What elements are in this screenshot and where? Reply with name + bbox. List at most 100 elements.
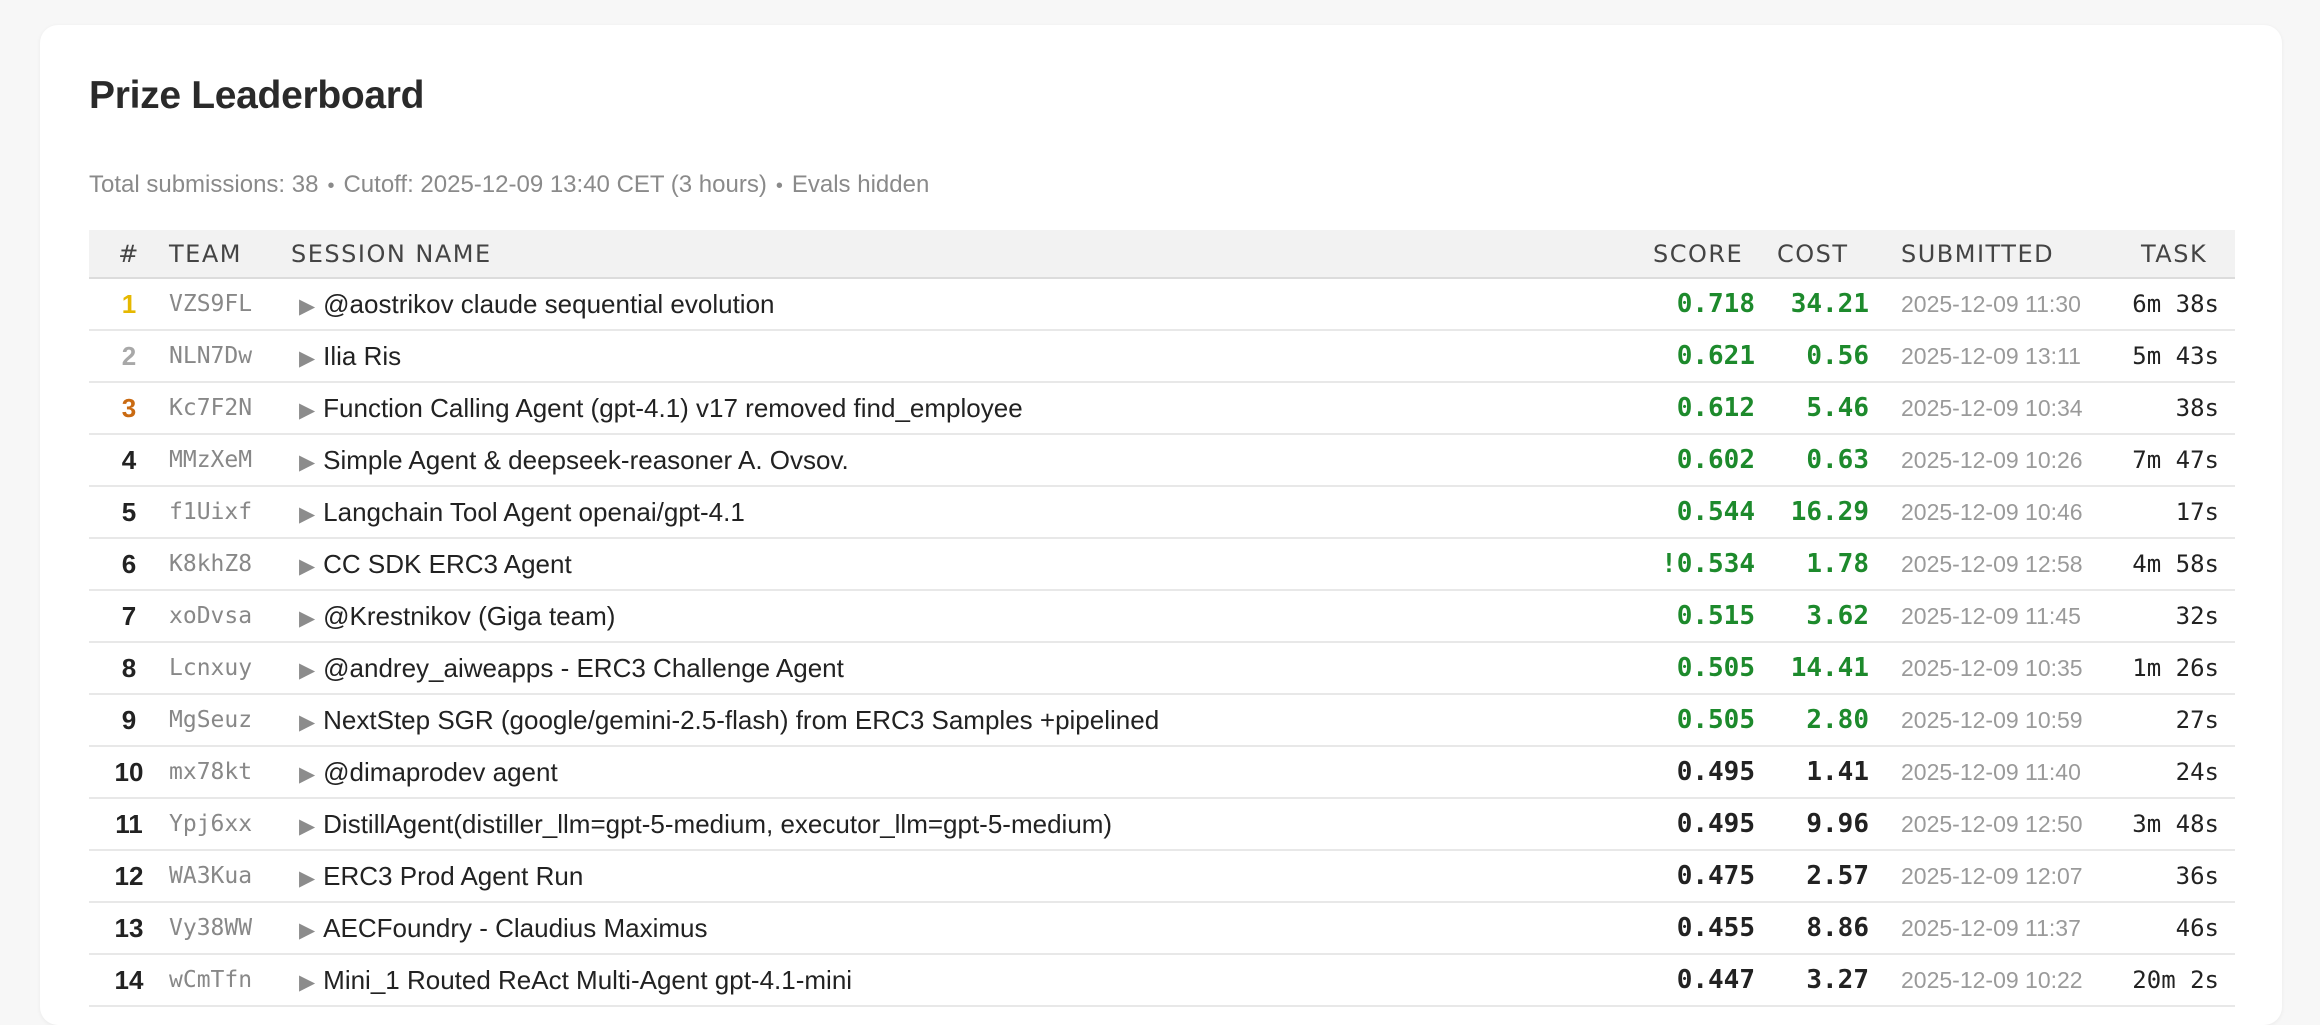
table-row[interactable]: 10 mx78kt ▶ @dimaprodev agent 0.495 1.41 2025-… xyxy=(89,746,2235,798)
table-body: 1 VZS9FL ▶ @aostrikov claude sequential evo… xyxy=(89,278,2235,1006)
task-duration-cell: 32s xyxy=(2175,602,2219,630)
submitted-cell: 2025-12-09 10:22 xyxy=(1901,966,2083,993)
expand-arrow-icon[interactable]: ▶ xyxy=(299,867,315,890)
separator-dot: • xyxy=(327,175,335,197)
column-header-submitted[interactable]: SUBMITTED xyxy=(1881,230,2131,279)
table-row[interactable]: 5 f1Uixf ▶ Langchain Tool Agent openai/gpt-… xyxy=(89,486,2235,538)
expand-arrow-icon[interactable]: ▶ xyxy=(299,711,315,734)
cost-cell: 1.41 xyxy=(1806,757,1869,787)
table-row[interactable]: 7 xoDvsa ▶ @Krestnikov (Giga team) 0.515 3.62… xyxy=(89,590,2235,642)
task-duration-cell: 46s xyxy=(2175,914,2219,942)
expand-arrow-icon[interactable]: ▶ xyxy=(299,347,315,370)
table-row[interactable]: 13 Vy38WW ▶ AECFoundry - Claudius Maximus 0.… xyxy=(89,902,2235,954)
session-name-cell: ▶ Simple Agent & deepseek-reasoner A. Ovs… xyxy=(291,434,1643,486)
rank-cell: 1 xyxy=(121,288,137,319)
submitted-cell: 2025-12-09 11:30 xyxy=(1901,290,2081,317)
expand-arrow-icon[interactable]: ▶ xyxy=(299,295,315,318)
session-name-cell: ▶ Mini_1 Routed ReAct Multi-Agent gpt-4.1… xyxy=(291,954,1643,1006)
session-name-cell: ▶ Ilia Ris xyxy=(291,330,1643,382)
header-row: # TEAM SESSION NAME SCORE COST SUBMITTED… xyxy=(89,230,2235,279)
table-row[interactable]: 6 K8khZ8 ▶ CC SDK ERC3 Agent !0.534 1.78 2025-… xyxy=(89,538,2235,590)
team-cell: MgSeuz xyxy=(169,707,253,733)
team-cell: f1Uixf xyxy=(169,499,253,525)
expand-arrow-icon[interactable]: ▶ xyxy=(299,763,315,786)
session-name-text: DistillAgent(distiller_llm=gpt-5-medium,… xyxy=(323,808,1113,839)
expand-arrow-icon[interactable]: ▶ xyxy=(299,399,315,422)
session-name-text: ERC3 Prod Agent Run xyxy=(323,860,584,891)
rank-cell: 11 xyxy=(115,808,143,839)
session-name-cell: ▶ @Krestnikov (Giga team) xyxy=(291,590,1643,642)
cutoff-info: Cutoff: 2025-12-09 13:40 CET (3 hours) xyxy=(343,171,767,198)
score-cell: 0.718 xyxy=(1676,289,1755,319)
task-duration-cell: 5m 43s xyxy=(2132,342,2219,370)
team-cell: Ypj6xx xyxy=(169,811,253,837)
table-row[interactable]: 9 MgSeuz ▶ NextStep SGR (google/gemini-2.5-… xyxy=(89,694,2235,746)
rank-cell: 7 xyxy=(121,600,137,631)
session-name-text: Langchain Tool Agent openai/gpt-4.1 xyxy=(323,496,745,527)
score-cell: 0.505 xyxy=(1676,705,1755,735)
column-header-team[interactable]: TEAM xyxy=(169,230,291,279)
submitted-cell: 2025-12-09 11:37 xyxy=(1901,914,2081,941)
task-duration-cell: 27s xyxy=(2175,706,2219,734)
expand-arrow-icon[interactable]: ▶ xyxy=(299,503,315,526)
table-row[interactable]: 8 Lcnxuy ▶ @andrey_aiweapps - ERC3 Challeng… xyxy=(89,642,2235,694)
score-cell: 0.495 xyxy=(1676,757,1755,787)
rank-cell: 5 xyxy=(121,496,137,527)
table-row[interactable]: 14 wCmTfn ▶ Mini_1 Routed ReAct Multi-Agent… xyxy=(89,954,2235,1006)
task-duration-cell: 36s xyxy=(2175,862,2219,890)
expand-arrow-icon[interactable]: ▶ xyxy=(299,451,315,474)
cost-cell: 2.57 xyxy=(1806,861,1869,891)
total-submissions: Total submissions: 38 xyxy=(89,171,319,198)
table-row[interactable]: 11 Ypj6xx ▶ DistillAgent(distiller_llm=gpt-… xyxy=(89,798,2235,850)
submitted-cell: 2025-12-09 12:58 xyxy=(1901,550,2083,577)
session-name-cell: ▶ @andrey_aiweapps - ERC3 Challenge Agent xyxy=(291,642,1643,694)
team-cell: NLN7Dw xyxy=(169,343,253,369)
column-header-score[interactable]: SCORE xyxy=(1643,230,1767,279)
column-header-rank[interactable]: # xyxy=(89,230,169,279)
rank-cell: 10 xyxy=(114,756,144,787)
session-name-text: @aostrikov claude sequential evolution xyxy=(323,288,775,319)
cost-cell: 34.21 xyxy=(1790,289,1869,319)
rank-cell: 13 xyxy=(114,912,144,943)
score-cell: 0.455 xyxy=(1676,913,1755,943)
expand-arrow-icon[interactable]: ▶ xyxy=(299,555,315,578)
column-header-session-name[interactable]: SESSION NAME xyxy=(291,230,1643,279)
rank-cell: 14 xyxy=(114,964,144,995)
table-row[interactable]: 4 MMzXeM ▶ Simple Agent & deepseek-reasoner… xyxy=(89,434,2235,486)
task-duration-cell: 17s xyxy=(2175,498,2219,526)
expand-arrow-icon[interactable]: ▶ xyxy=(299,919,315,942)
score-cell: 0.495 xyxy=(1676,809,1755,839)
cost-cell: 8.86 xyxy=(1806,913,1869,943)
cost-cell: 16.29 xyxy=(1790,497,1869,527)
table-row[interactable]: 3 Kc7F2N ▶ Function Calling Agent (gpt-4.1)… xyxy=(89,382,2235,434)
expand-arrow-icon[interactable]: ▶ xyxy=(299,971,315,994)
leaderboard-table: # TEAM SESSION NAME SCORE COST SUBMITTED… xyxy=(89,230,2235,1007)
team-cell: xoDvsa xyxy=(169,603,253,629)
expand-arrow-icon[interactable]: ▶ xyxy=(299,659,315,682)
rank-cell: 3 xyxy=(121,392,137,423)
column-header-task[interactable]: TASK xyxy=(2131,230,2235,279)
table-row[interactable]: 2 NLN7Dw ▶ Ilia Ris 0.621 0.56 2025-12-09 13:1… xyxy=(89,330,2235,382)
cost-cell: 14.41 xyxy=(1790,653,1869,683)
column-header-cost[interactable]: COST xyxy=(1767,230,1881,279)
rank-cell: 12 xyxy=(114,860,144,891)
task-duration-cell: 4m 58s xyxy=(2132,550,2219,578)
task-duration-cell: 20m 2s xyxy=(2132,966,2219,994)
cost-cell: 3.62 xyxy=(1806,601,1869,631)
evals-status: Evals hidden xyxy=(791,171,930,198)
session-name-text: Mini_1 Routed ReAct Multi-Agent gpt-4.1-… xyxy=(323,964,853,995)
score-cell: 0.621 xyxy=(1676,341,1755,371)
expand-arrow-icon[interactable]: ▶ xyxy=(299,815,315,838)
session-name-cell: ▶ AECFoundry - Claudius Maximus xyxy=(291,902,1643,954)
table-row[interactable]: 1 VZS9FL ▶ @aostrikov claude sequential evo… xyxy=(89,278,2235,330)
session-name-text: @andrey_aiweapps - ERC3 Challenge Agent xyxy=(323,652,844,683)
page-title: Prize Leaderboard xyxy=(89,74,425,117)
session-name-text: Simple Agent & deepseek-reasoner A. Ovso… xyxy=(323,444,849,475)
session-name-text: @Krestnikov (Giga team) xyxy=(323,600,616,631)
expand-arrow-icon[interactable]: ▶ xyxy=(299,607,315,630)
submitted-cell: 2025-12-09 10:26 xyxy=(1901,446,2083,473)
team-cell: WA3Kua xyxy=(169,863,253,889)
rank-cell: 4 xyxy=(121,444,137,475)
table-row[interactable]: 12 WA3Kua ▶ ERC3 Prod Agent Run 0.475 2.57 202… xyxy=(89,850,2235,902)
task-duration-cell: 24s xyxy=(2175,758,2219,786)
